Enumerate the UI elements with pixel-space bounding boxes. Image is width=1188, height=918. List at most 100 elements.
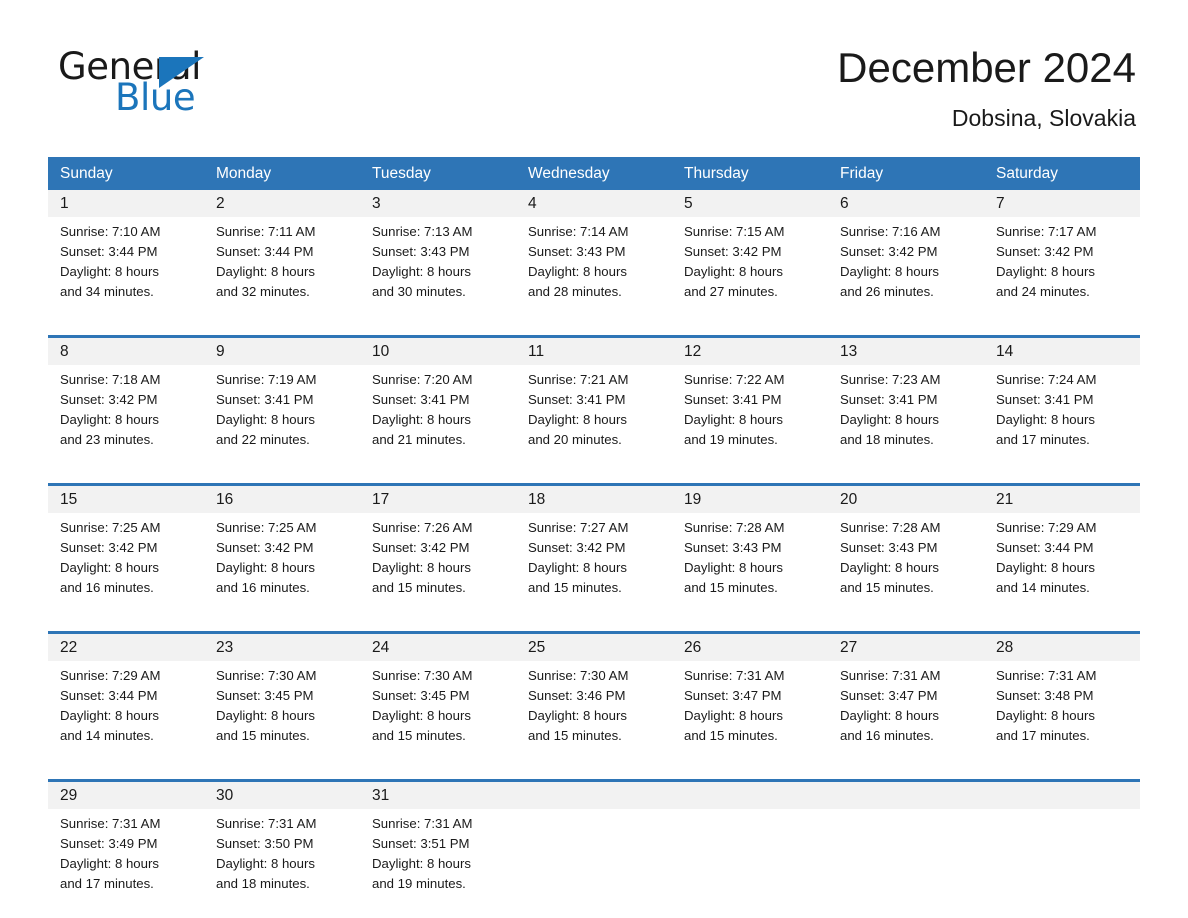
day-cell[interactable]: Sunrise: 7:31 AM Sunset: 3:47 PM Daylight:… <box>828 666 984 761</box>
day-sunset-text: Sunset: 3:43 PM <box>372 244 470 259</box>
day-number[interactable]: 28 <box>984 634 1140 661</box>
day-daylight-2-text: and 16 minutes. <box>60 580 154 595</box>
day-daylight-2-text: and 17 minutes. <box>996 432 1090 447</box>
day-daylight-1-text: Daylight: 8 hours <box>684 264 783 279</box>
calendar-grid: Sunday Monday Tuesday Wednesday Thursday Frid… <box>48 157 1140 915</box>
day-number[interactable]: 19 <box>672 486 828 513</box>
day-cell[interactable]: Sunrise: 7:19 AM Sunset: 3:41 PM Daylight:… <box>204 370 360 465</box>
day-number[interactable]: 22 <box>48 634 204 661</box>
day-number[interactable]: 6 <box>828 190 984 217</box>
day-number[interactable]: 2 <box>204 190 360 217</box>
day-cell[interactable]: Sunrise: 7:15 AM Sunset: 3:42 PM Daylight:… <box>672 222 828 317</box>
day-cell[interactable]: Sunrise: 7:30 AM Sunset: 3:45 PM Daylight:… <box>360 666 516 761</box>
day-sunset-text: Sunset: 3:41 PM <box>840 392 938 407</box>
day-number[interactable]: 12 <box>672 338 828 365</box>
day-cell[interactable]: Sunrise: 7:29 AM Sunset: 3:44 PM Daylight:… <box>48 666 204 761</box>
day-daylight-1-text: Daylight: 8 hours <box>528 560 627 575</box>
day-detail-strip: Sunrise: 7:25 AM Sunset: 3:42 PM Daylight:… <box>48 513 1140 613</box>
day-number[interactable]: 17 <box>360 486 516 513</box>
day-cell[interactable]: Sunrise: 7:26 AM Sunset: 3:42 PM Daylight:… <box>360 518 516 613</box>
day-cell[interactable]: Sunrise: 7:29 AM Sunset: 3:44 PM Daylight:… <box>984 518 1140 613</box>
day-sunset-text: Sunset: 3:42 PM <box>840 244 938 259</box>
day-cell[interactable]: Sunrise: 7:11 AM Sunset: 3:44 PM Daylight:… <box>204 222 360 317</box>
day-cell[interactable]: Sunrise: 7:25 AM Sunset: 3:42 PM Daylight:… <box>204 518 360 613</box>
day-sunset-text: Sunset: 3:44 PM <box>216 244 314 259</box>
day-number[interactable]: 30 <box>204 782 360 809</box>
day-cell[interactable]: Sunrise: 7:30 AM Sunset: 3:46 PM Daylight:… <box>516 666 672 761</box>
day-number[interactable]: 9 <box>204 338 360 365</box>
page-header: General Blue December 2024 Dobsina, Slov… <box>48 0 1140 131</box>
day-cell[interactable]: Sunrise: 7:27 AM Sunset: 3:42 PM Daylight:… <box>516 518 672 613</box>
general-blue-logo[interactable]: General Blue <box>58 47 318 119</box>
day-daylight-1-text: Daylight: 8 hours <box>372 708 471 723</box>
day-sunset-text: Sunset: 3:41 PM <box>216 392 314 407</box>
day-sunset-text: Sunset: 3:46 PM <box>528 688 626 703</box>
day-cell[interactable]: Sunrise: 7:20 AM Sunset: 3:41 PM Daylight:… <box>360 370 516 465</box>
day-cell[interactable]: Sunrise: 7:16 AM Sunset: 3:42 PM Daylight:… <box>828 222 984 317</box>
day-number[interactable]: 7 <box>984 190 1140 217</box>
day-daylight-1-text: Daylight: 8 hours <box>684 708 783 723</box>
day-number[interactable]: 16 <box>204 486 360 513</box>
day-sunrise-text: Sunrise: 7:30 AM <box>216 668 317 683</box>
day-number[interactable]: 10 <box>360 338 516 365</box>
day-number[interactable]: 11 <box>516 338 672 365</box>
day-number[interactable]: 5 <box>672 190 828 217</box>
day-number[interactable]: 20 <box>828 486 984 513</box>
day-sunset-text: Sunset: 3:43 PM <box>528 244 626 259</box>
day-cell[interactable]: Sunrise: 7:31 AM Sunset: 3:48 PM Daylight:… <box>984 666 1140 761</box>
day-number[interactable]: 21 <box>984 486 1140 513</box>
day-number[interactable]: 15 <box>48 486 204 513</box>
day-sunrise-text: Sunrise: 7:17 AM <box>996 224 1097 239</box>
day-cell[interactable]: Sunrise: 7:22 AM Sunset: 3:41 PM Daylight:… <box>672 370 828 465</box>
day-sunset-text: Sunset: 3:49 PM <box>60 836 158 851</box>
day-cell[interactable]: Sunrise: 7:28 AM Sunset: 3:43 PM Daylight:… <box>672 518 828 613</box>
weekday-header-thursday: Thursday <box>684 165 749 182</box>
day-cell[interactable]: Sunrise: 7:13 AM Sunset: 3:43 PM Daylight:… <box>360 222 516 317</box>
day-number[interactable]: 8 <box>48 338 204 365</box>
day-number[interactable]: 27 <box>828 634 984 661</box>
day-number[interactable]: 26 <box>672 634 828 661</box>
day-sunset-text: Sunset: 3:41 PM <box>996 392 1094 407</box>
day-number[interactable]: 4 <box>516 190 672 217</box>
day-number[interactable]: 24 <box>360 634 516 661</box>
day-cell[interactable]: Sunrise: 7:14 AM Sunset: 3:43 PM Daylight:… <box>516 222 672 317</box>
day-cell-empty <box>828 814 984 909</box>
day-number[interactable]: 29 <box>48 782 204 809</box>
day-cell[interactable]: Sunrise: 7:21 AM Sunset: 3:41 PM Daylight:… <box>516 370 672 465</box>
day-sunset-text: Sunset: 3:45 PM <box>372 688 470 703</box>
day-number[interactable]: 14 <box>984 338 1140 365</box>
day-number[interactable]: 23 <box>204 634 360 661</box>
day-cell[interactable]: Sunrise: 7:25 AM Sunset: 3:42 PM Daylight:… <box>48 518 204 613</box>
day-cell[interactable]: Sunrise: 7:31 AM Sunset: 3:50 PM Daylight:… <box>204 814 360 909</box>
day-sunrise-text: Sunrise: 7:11 AM <box>216 224 316 239</box>
day-daylight-1-text: Daylight: 8 hours <box>684 412 783 427</box>
weekday-header-wednesday: Wednesday <box>528 165 610 182</box>
day-sunrise-text: Sunrise: 7:25 AM <box>60 520 161 535</box>
day-sunrise-text: Sunrise: 7:31 AM <box>840 668 941 683</box>
day-daylight-1-text: Daylight: 8 hours <box>60 264 159 279</box>
day-cell[interactable]: Sunrise: 7:24 AM Sunset: 3:41 PM Daylight:… <box>984 370 1140 465</box>
day-sunset-text: Sunset: 3:43 PM <box>840 540 938 555</box>
day-daylight-1-text: Daylight: 8 hours <box>840 708 939 723</box>
day-cell[interactable]: Sunrise: 7:31 AM Sunset: 3:51 PM Daylight:… <box>360 814 516 909</box>
day-number[interactable]: 13 <box>828 338 984 365</box>
day-cell[interactable]: Sunrise: 7:28 AM Sunset: 3:43 PM Daylight:… <box>828 518 984 613</box>
day-number[interactable]: 1 <box>48 190 204 217</box>
day-daylight-2-text: and 30 minutes. <box>372 284 466 299</box>
day-number[interactable]: 18 <box>516 486 672 513</box>
day-number-strip: 22 23 24 25 26 27 28 <box>48 634 1140 661</box>
day-cell[interactable]: Sunrise: 7:30 AM Sunset: 3:45 PM Daylight:… <box>204 666 360 761</box>
weekday-header-row: Sunday Monday Tuesday Wednesday Thursday Frid… <box>48 157 1140 190</box>
week-row: 29 30 31 Sunrise: 7:31 AM Sunset: 3:49 PM Day… <box>48 779 1140 915</box>
day-cell[interactable]: Sunrise: 7:17 AM Sunset: 3:42 PM Daylight:… <box>984 222 1140 317</box>
day-cell[interactable]: Sunrise: 7:18 AM Sunset: 3:42 PM Daylight:… <box>48 370 204 465</box>
day-number[interactable]: 3 <box>360 190 516 217</box>
day-number[interactable]: 25 <box>516 634 672 661</box>
day-cell[interactable]: Sunrise: 7:31 AM Sunset: 3:49 PM Daylight:… <box>48 814 204 909</box>
day-cell[interactable]: Sunrise: 7:31 AM Sunset: 3:47 PM Daylight:… <box>672 666 828 761</box>
logo-word-blue: Blue <box>115 76 196 119</box>
day-cell[interactable]: Sunrise: 7:23 AM Sunset: 3:41 PM Daylight:… <box>828 370 984 465</box>
day-number[interactable]: 31 <box>360 782 516 809</box>
day-cell[interactable]: Sunrise: 7:10 AM Sunset: 3:44 PM Daylight:… <box>48 222 204 317</box>
day-daylight-2-text: and 34 minutes. <box>60 284 154 299</box>
